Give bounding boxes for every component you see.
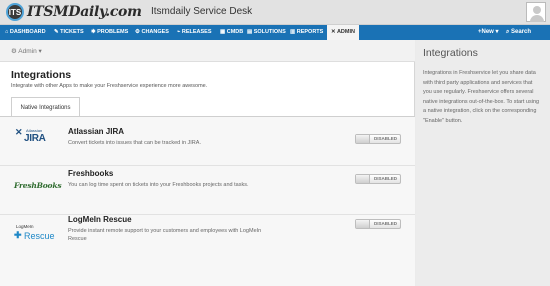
logmein-logo: LogMeIn ✚ Rescue [12, 223, 55, 243]
rescue-cross-icon: ✚ [14, 230, 22, 240]
nav-tickets[interactable]: ✎ TICKETS [52, 25, 86, 40]
app-title: Itsmdaily Service Desk [151, 6, 253, 17]
nav-reports[interactable]: ▥ REPORTS [288, 25, 325, 40]
nav-changes-label: CHANGES [141, 29, 169, 35]
avatar-head-shape [533, 6, 541, 14]
nav-admin[interactable]: ✕ ADMIN [327, 25, 359, 40]
nav-problems[interactable]: ✱ PROBLEMS [89, 25, 130, 40]
nav-dashboard[interactable]: ⌂ DASHBOARD [3, 25, 48, 40]
integration-description: Convert tickets into issues that can be … [68, 140, 201, 146]
breadcrumb-label: Admin ▾ [18, 48, 42, 55]
freshbooks-logo: FreshBooks [12, 174, 62, 194]
jira-logo-big-text: JIRA [24, 133, 46, 144]
freshbooks-logo-text: FreshBooks [14, 181, 62, 190]
nav-changes[interactable]: ⚙ CHANGES [133, 25, 171, 40]
freshbooks-enable-toggle[interactable]: DISABLED [355, 174, 401, 184]
integration-name: Atlassian JIRA [68, 127, 125, 136]
breadcrumb: ⚙ Admin ▾ [0, 40, 415, 62]
toggle-status: DISABLED [374, 136, 398, 141]
nav-releases[interactable]: ⌁ RELEASES [175, 25, 214, 40]
gear-icon: ⚙ [11, 48, 17, 55]
integration-name: LogMeIn Rescue [68, 215, 132, 224]
main-navigation: ⌂ DASHBOARD ✎ TICKETS ✱ PROBLEMS ⚙ CHANG… [0, 25, 550, 40]
logo-mark-icon: ITS [6, 3, 24, 21]
integration-name: Freshbooks [68, 169, 114, 178]
reports-icon: ▥ [290, 29, 296, 35]
nav-solutions[interactable]: ▤ SOLUTIONS [245, 25, 288, 40]
changes-icon: ⚙ [135, 29, 140, 35]
nav-releases-label: RELEASES [181, 29, 212, 35]
search-button[interactable]: ⌕ Search [506, 25, 531, 40]
breadcrumb-admin[interactable]: ⚙ Admin ▾ [11, 47, 42, 55]
nav-dashboard-label: DASHBOARD [9, 29, 46, 35]
nav-tickets-label: TICKETS [60, 29, 84, 35]
brand-logo[interactable]: ITS ITSMDaily.com [6, 2, 142, 22]
dashboard-icon: ⌂ [5, 29, 9, 35]
logmein-logo-big-text: Rescue [24, 231, 55, 241]
integration-description: Provide instant remote support to your c… [68, 228, 262, 242]
nav-solutions-label: SOLUTIONS [253, 29, 286, 35]
logmein-logo-small-text: LogMeIn [16, 224, 34, 229]
avatar-body-shape [530, 15, 544, 22]
logmein-enable-toggle[interactable]: DISABLED [355, 219, 401, 229]
nav-cmdb-label: CMDB [226, 29, 244, 35]
tickets-icon: ✎ [54, 29, 59, 35]
user-avatar[interactable] [526, 2, 546, 22]
toggle-status: DISABLED [374, 176, 398, 181]
integration-row-jira: Atlassian ✕ JIRA Atlassian JIRA Convert … [0, 117, 415, 166]
page-subtitle: Integrate with other Apps to make your F… [11, 83, 208, 89]
integration-row-freshbooks: FreshBooks Freshbooks You can log time s… [0, 166, 415, 215]
sidebar-text: Integrations in Freshservice let you sha… [423, 70, 540, 124]
nav-problems-label: PROBLEMS [97, 29, 129, 35]
toggle-knob [356, 135, 370, 143]
sidebar-title: Integrations [423, 47, 478, 59]
nav-admin-label: ADMIN [336, 29, 355, 35]
page-title: Integrations [11, 69, 72, 81]
integrations-list: Atlassian ✕ JIRA Atlassian JIRA Convert … [0, 117, 415, 286]
tab-native-integrations[interactable]: Native Integrations [11, 97, 80, 117]
help-sidebar: Integrations Integrations in Freshservic… [416, 40, 550, 286]
nav-reports-label: REPORTS [296, 29, 324, 35]
top-bar: ITS ITSMDaily.com Itsmdaily Service Desk [0, 0, 550, 25]
new-button[interactable]: +New ▾ [478, 25, 499, 40]
logo-text: ITSMDaily.com [27, 4, 142, 20]
integration-description: You can log time spent on tickets into y… [68, 182, 249, 188]
cmdb-icon: ▦ [220, 29, 226, 35]
solutions-icon: ▤ [247, 29, 253, 35]
nav-cmdb[interactable]: ▦ CMDB [218, 25, 245, 40]
toggle-knob [356, 220, 370, 228]
main-content: ⚙ Admin ▾ Integrations Integrate with ot… [0, 40, 415, 286]
toggle-knob [356, 175, 370, 183]
integration-row-logmein: LogMeIn ✚ Rescue LogMeIn Rescue Provide … [0, 215, 415, 264]
jira-enable-toggle[interactable]: DISABLED [355, 134, 401, 144]
admin-icon: ✕ [331, 29, 336, 35]
jira-mark-icon: ✕ [15, 127, 23, 137]
releases-icon: ⌁ [177, 29, 181, 35]
jira-logo: Atlassian ✕ JIRA [12, 125, 52, 145]
toggle-status: DISABLED [374, 221, 398, 226]
problems-icon: ✱ [91, 29, 96, 35]
